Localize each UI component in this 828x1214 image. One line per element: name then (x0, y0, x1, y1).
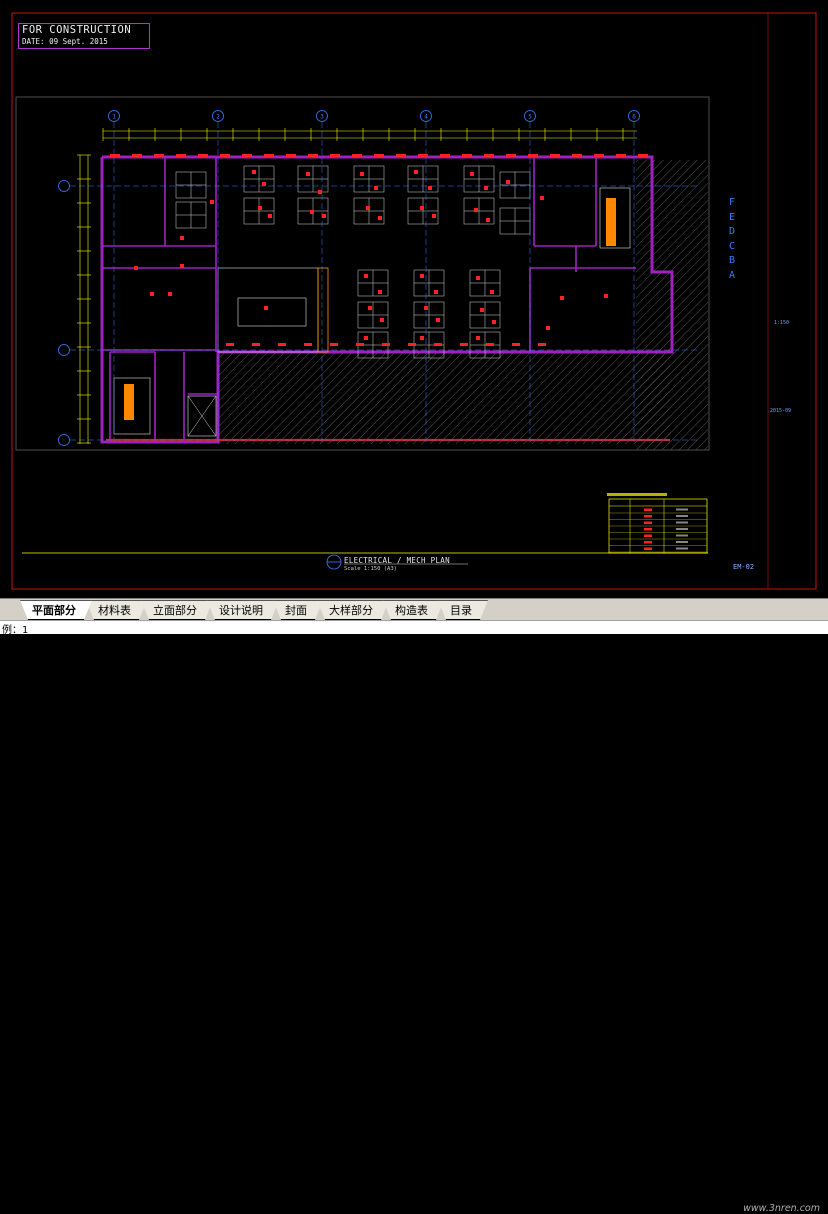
layout-tab-7[interactable]: 构造表 (383, 600, 444, 620)
layout-tab-4[interactable]: 设计说明 (207, 600, 279, 620)
grid-letter: A (728, 269, 736, 281)
plan-title: ELECTRICAL / MECH PLAN (344, 556, 450, 565)
stair-east-mark (606, 198, 616, 246)
plan-scale: Scale 1:150 (A3) (344, 566, 397, 572)
svg-text:6: 6 (632, 114, 636, 121)
side-note-scale: 1:150 (774, 320, 790, 326)
grid-letter: E (728, 211, 736, 223)
svg-text:4: 4 (424, 114, 428, 121)
grid-letter: F (728, 197, 736, 208)
hatched-area-south (218, 352, 670, 444)
layout-tab-5[interactable]: 封面 (273, 600, 323, 620)
legend-table (608, 498, 708, 554)
cad-model-space[interactable]: 1 2 3 4 5 6 FOR CONSTRUCTION DATE: 09 Sept. 2… (0, 0, 828, 598)
grid-letter: C (728, 240, 736, 252)
workstations (175, 165, 531, 359)
layout-tab-1[interactable]: 平面部分 (20, 600, 92, 620)
stamp-date: DATE: 09 Sept. 2015 (22, 37, 108, 46)
stamp-title: FOR CONSTRUCTION (22, 24, 132, 36)
layout-tab-2[interactable]: 材料表 (86, 600, 147, 620)
glass-partition (317, 267, 329, 353)
command-line[interactable]: 例：1 (0, 620, 828, 636)
construction-stamp: FOR CONSTRUCTION DATE: 09 Sept. 2015 (18, 23, 150, 49)
layout-tab-6[interactable]: 大样部分 (317, 600, 389, 620)
drawing-number: EM-02 (733, 563, 755, 571)
watermark: www.3nren.com (743, 1203, 820, 1214)
side-note-date: 2015-09 (770, 408, 792, 414)
floor-plan-drawing[interactable]: 1 2 3 4 5 6 (0, 0, 828, 598)
stair-west-mark (124, 384, 134, 420)
svg-text:1: 1 (112, 114, 116, 121)
svg-text:2: 2 (216, 114, 220, 121)
electrical-symbols (110, 154, 648, 346)
layout-tab-8[interactable]: 目录 (438, 600, 488, 620)
command-line-text: 例：1 (2, 625, 29, 636)
layout-tab-bar: 平面部分 材料表 立面部分 设计说明 封面 大样部分 构造表 目录 www.3nren.com (0, 598, 828, 1214)
svg-text:5: 5 (528, 114, 532, 121)
meeting-table (237, 297, 307, 327)
layout-tab-3[interactable]: 立面部分 (141, 600, 213, 620)
layout-tabs: 平面部分 材料表 立面部分 设计说明 封面 大样部分 构造表 目录 (20, 600, 482, 620)
grid-letter: B (728, 255, 736, 267)
grid-letter: D (728, 226, 736, 238)
svg-text:3: 3 (320, 114, 324, 121)
grid-letter-column: FEDCBA (727, 196, 737, 284)
legend-heading-bar (607, 493, 667, 496)
